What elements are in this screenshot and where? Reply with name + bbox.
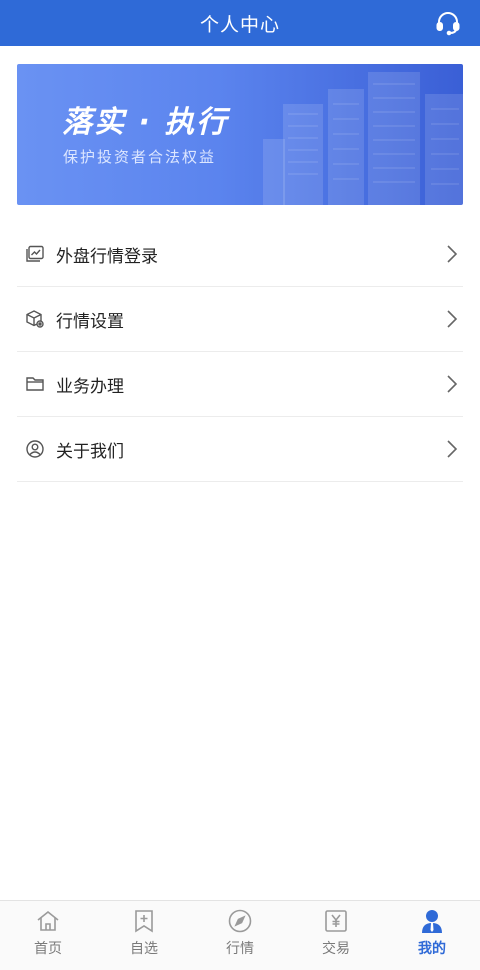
customer-service-button[interactable] <box>434 9 462 37</box>
menu-item-label: 行情设置 <box>56 311 124 332</box>
folder-icon <box>24 373 46 395</box>
chevron-right-icon <box>447 310 458 328</box>
tab-trade[interactable]: 交易 <box>288 901 384 970</box>
chevron-right-icon <box>447 375 458 393</box>
person-icon <box>418 907 446 935</box>
menu-item-business-handling[interactable]: 业务办理 <box>17 352 463 417</box>
chevron-right-icon <box>447 440 458 458</box>
home-icon <box>34 907 62 935</box>
menu-item-label: 关于我们 <box>56 441 124 462</box>
chart-window-icon <box>24 243 46 265</box>
headset-icon <box>436 12 460 36</box>
menu-item-label: 外盘行情登录 <box>56 246 158 267</box>
cube-settings-icon <box>24 308 46 330</box>
tab-mine[interactable]: 我的 <box>384 901 480 970</box>
menu-item-about-us[interactable]: 关于我们 <box>17 417 463 482</box>
city-buildings-image <box>263 72 463 205</box>
tab-label: 我的 <box>418 941 446 957</box>
banner-subtitle: 保护投资者合法权益 <box>63 148 217 166</box>
tab-label: 行情 <box>226 941 254 957</box>
tab-watchlist[interactable]: 自选 <box>96 901 192 970</box>
tab-label: 交易 <box>322 941 350 957</box>
yen-note-icon <box>322 907 350 935</box>
user-circle-icon <box>24 438 46 460</box>
tab-label: 自选 <box>130 941 158 957</box>
compass-icon <box>226 907 254 935</box>
menu-item-quote-settings[interactable]: 行情设置 <box>17 287 463 352</box>
app-header: 个人中心 <box>0 0 480 46</box>
menu-item-label: 业务办理 <box>56 376 124 397</box>
promo-banner[interactable]: 落实 · 执行 保护投资者合法权益 <box>17 64 463 205</box>
settings-menu: 外盘行情登录 行情设置 业务办理 关于我们 <box>17 222 463 482</box>
menu-item-overseas-quotes-login[interactable]: 外盘行情登录 <box>17 222 463 287</box>
tab-label: 首页 <box>34 941 62 957</box>
bookmark-add-icon <box>130 907 158 935</box>
banner-title: 落实 · 执行 <box>62 105 229 140</box>
page-title: 个人中心 <box>199 13 280 36</box>
chevron-right-icon <box>447 245 458 263</box>
bottom-tab-bar: 首页 自选 行情 交易 我的 <box>0 900 480 970</box>
tab-quotes[interactable]: 行情 <box>192 901 288 970</box>
tab-home[interactable]: 首页 <box>0 901 96 970</box>
